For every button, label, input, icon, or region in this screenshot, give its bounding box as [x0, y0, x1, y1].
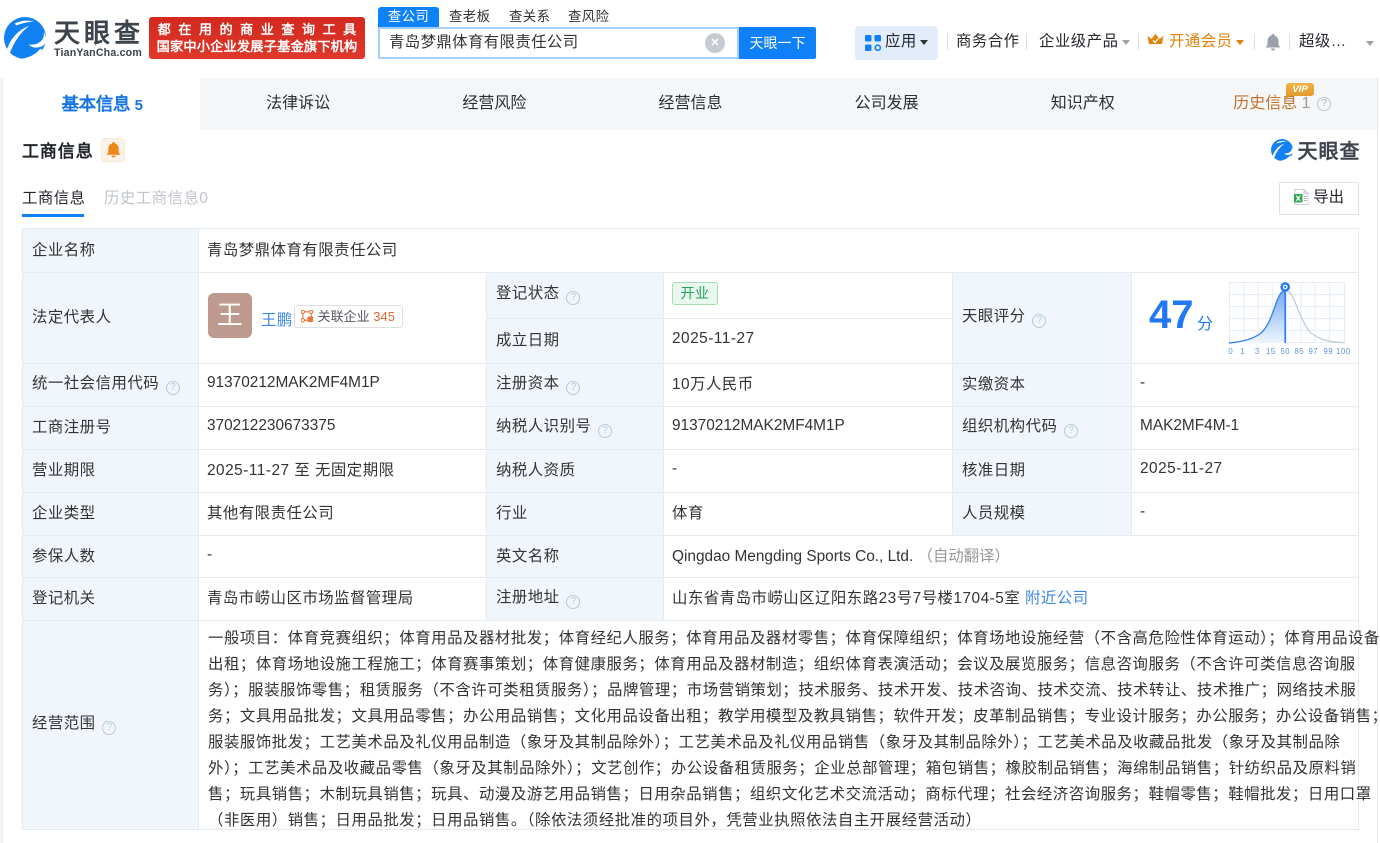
svg-text:99: 99 [1323, 347, 1333, 356]
svg-text:1: 1 [1240, 347, 1245, 356]
svg-text:3: 3 [1255, 347, 1260, 356]
svg-text:97: 97 [1308, 347, 1318, 356]
svg-text:0: 0 [1228, 347, 1233, 356]
svg-text:15: 15 [1266, 347, 1276, 356]
svg-text:85: 85 [1294, 347, 1304, 356]
svg-text:50: 50 [1280, 347, 1290, 356]
svg-text:100: 100 [1336, 347, 1351, 356]
